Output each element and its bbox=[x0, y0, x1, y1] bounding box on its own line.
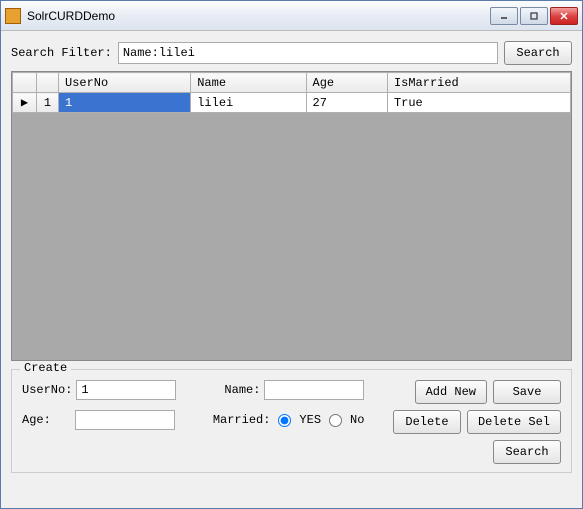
delete-sel-button[interactable]: Delete Sel bbox=[467, 410, 561, 434]
married-no-radio[interactable] bbox=[329, 414, 342, 427]
create-legend: Create bbox=[20, 361, 71, 375]
search-filter-label: Search Filter: bbox=[11, 46, 112, 60]
married-yes-radio[interactable] bbox=[278, 414, 291, 427]
married-no-label: No bbox=[350, 413, 364, 427]
create-search-button[interactable]: Search bbox=[493, 440, 561, 464]
col-header-name[interactable]: Name bbox=[191, 73, 306, 93]
userno-input[interactable] bbox=[76, 380, 176, 400]
grid-corner[interactable] bbox=[13, 73, 37, 93]
row-index[interactable]: 1 bbox=[37, 93, 59, 113]
search-button[interactable]: Search bbox=[504, 41, 572, 65]
save-button[interactable]: Save bbox=[493, 380, 561, 404]
userno-label: UserNo: bbox=[22, 383, 72, 397]
age-input[interactable] bbox=[75, 410, 175, 430]
window-title: SolrCURDDemo bbox=[27, 9, 490, 23]
window-frame: SolrCURDDemo Search Filter: Search bbox=[0, 0, 583, 509]
grid-cell[interactable]: lilei bbox=[191, 93, 306, 113]
search-filter-input[interactable] bbox=[118, 42, 498, 64]
grid-cell[interactable]: True bbox=[387, 93, 570, 113]
grid-index-header[interactable] bbox=[37, 73, 59, 93]
grid-cell[interactable]: 27 bbox=[306, 93, 387, 113]
grid-cell[interactable]: 1 bbox=[59, 93, 191, 113]
close-button[interactable] bbox=[550, 7, 578, 25]
married-yes-label: YES bbox=[299, 413, 321, 427]
titlebar[interactable]: SolrCURDDemo bbox=[1, 1, 582, 31]
age-label: Age: bbox=[22, 413, 51, 427]
col-header-userno[interactable]: UserNo bbox=[59, 73, 191, 93]
app-icon bbox=[5, 8, 21, 24]
col-header-ismarried[interactable]: IsMarried bbox=[387, 73, 570, 93]
maximize-button[interactable] bbox=[520, 7, 548, 25]
data-grid[interactable]: UserNo Name Age IsMarried ▶11lilei27True bbox=[11, 71, 572, 361]
name-input[interactable] bbox=[264, 380, 364, 400]
name-label: Name: bbox=[224, 383, 260, 397]
married-label: Married: bbox=[213, 413, 271, 427]
col-header-age[interactable]: Age bbox=[306, 73, 387, 93]
delete-button[interactable]: Delete bbox=[393, 410, 461, 434]
minimize-button[interactable] bbox=[490, 7, 518, 25]
row-indicator[interactable]: ▶ bbox=[13, 93, 37, 113]
add-new-button[interactable]: Add New bbox=[415, 380, 487, 404]
create-panel: Create UserNo: Name: bbox=[11, 369, 572, 473]
